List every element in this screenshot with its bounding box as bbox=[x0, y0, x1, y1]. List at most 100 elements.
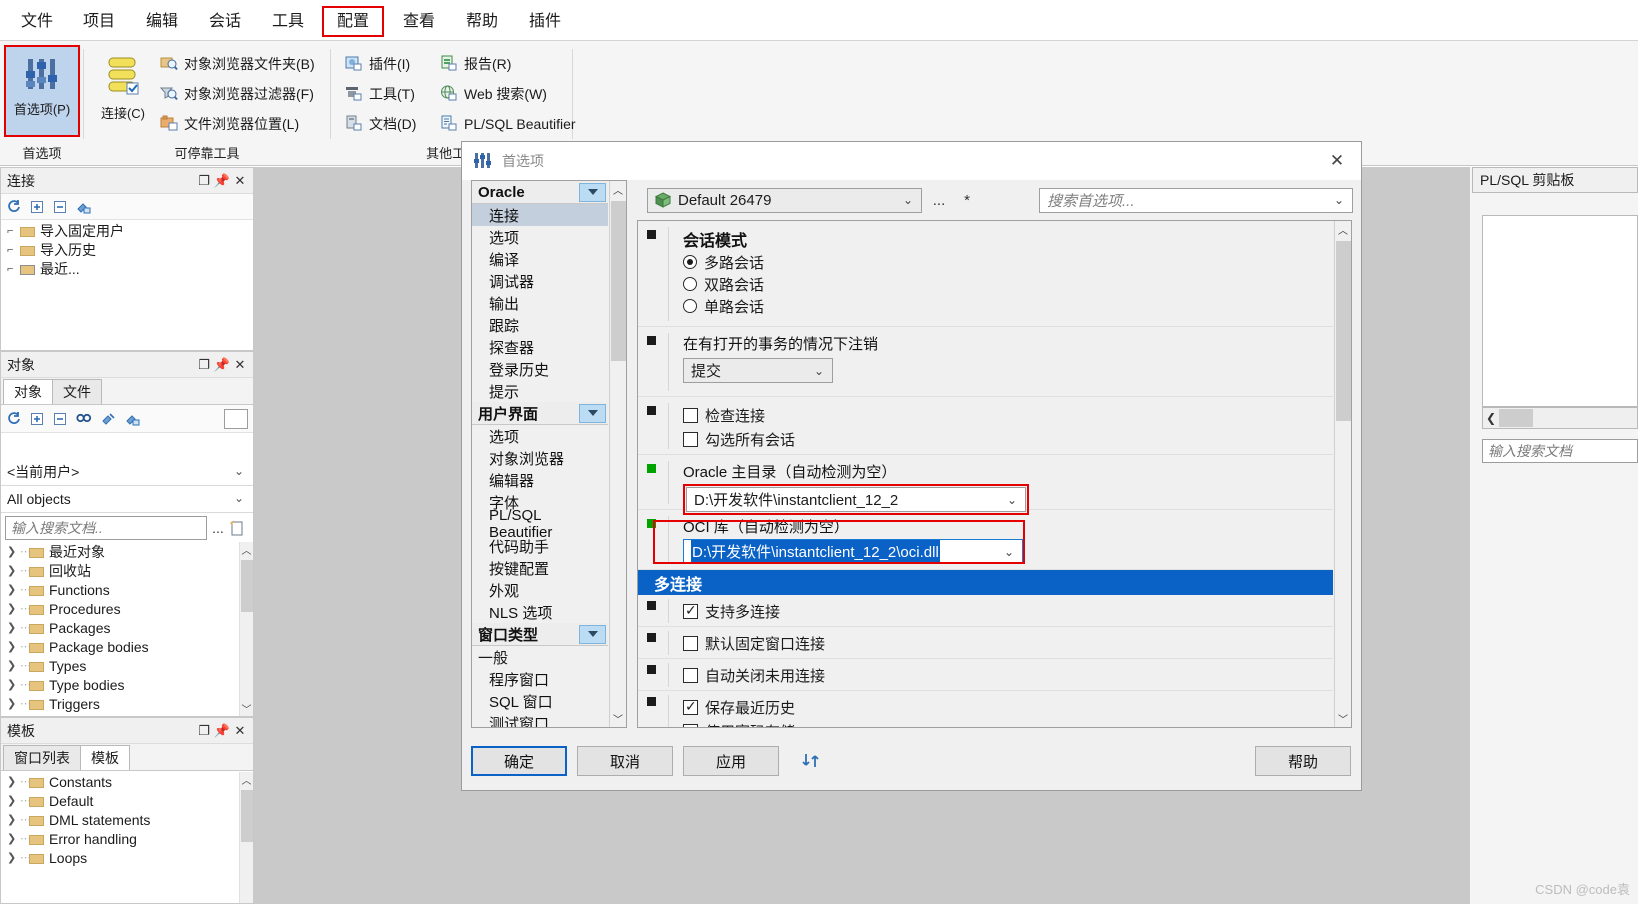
maximize-icon[interactable]: ❐ bbox=[195, 172, 213, 190]
dialog-titlebar[interactable]: 首选项 ✕ bbox=[462, 142, 1361, 180]
tab-templates[interactable]: 模板 bbox=[80, 745, 130, 770]
collapse-all-icon[interactable] bbox=[53, 200, 67, 214]
nav-item-debugger[interactable]: 调试器 bbox=[472, 270, 608, 292]
scroll-thumb[interactable] bbox=[1499, 409, 1533, 427]
ribbon-item-web-search[interactable]: Web 搜索(W) bbox=[440, 81, 547, 107]
scroll-thumb[interactable] bbox=[611, 201, 626, 361]
ribbon-item-documents[interactable]: 文档(D) bbox=[345, 111, 416, 137]
nav-item-plsql-beautifier[interactable]: PL/SQL Beautifier bbox=[472, 507, 608, 541]
find-icon[interactable] bbox=[76, 412, 92, 426]
ribbon-tab-file[interactable]: 文件 bbox=[8, 8, 66, 34]
close-icon[interactable]: ✕ bbox=[1319, 147, 1355, 175]
nav-item-editor[interactable]: 编辑器 bbox=[472, 469, 608, 491]
expand-all-icon[interactable] bbox=[30, 412, 44, 426]
tree-row[interactable]: ❯ ⋯ Error handling bbox=[1, 829, 253, 848]
radio-multi-session[interactable]: 多路会话 bbox=[683, 251, 1333, 273]
scroll-thumb[interactable] bbox=[241, 560, 253, 612]
tree-row[interactable]: ⌐ 导入历史 bbox=[1, 240, 253, 259]
tree-row[interactable]: ❯ ⋯ 最近对象 bbox=[1, 542, 253, 561]
templates-tree-scrollbar[interactable]: ︿ bbox=[239, 772, 253, 903]
chevron-down-icon[interactable] bbox=[579, 624, 606, 644]
ribbon-tab-tools[interactable]: 工具 bbox=[259, 8, 317, 34]
nav-item-options[interactable]: 选项 bbox=[472, 226, 608, 248]
nav-item-output[interactable]: 输出 bbox=[472, 292, 608, 314]
tree-row[interactable]: ❯ ⋯ DML statements bbox=[1, 810, 253, 829]
tree-row[interactable]: ❯ ⋯ Type bodies bbox=[1, 675, 253, 694]
profile-ellipsis-button[interactable]: ... bbox=[922, 192, 956, 209]
tree-row[interactable]: ❯⋯Java sources bbox=[1, 713, 253, 717]
scroll-down-icon[interactable]: ﹀ bbox=[610, 710, 626, 727]
tree-row[interactable]: ❯ ⋯ Constants bbox=[1, 772, 253, 791]
help-button[interactable]: 帮助 bbox=[1255, 746, 1351, 776]
scroll-down-icon[interactable]: ﹀ bbox=[240, 701, 253, 716]
nav-item-object-browser[interactable]: 对象浏览器 bbox=[472, 447, 608, 469]
clipboard-hscrollbar[interactable]: ❮ bbox=[1482, 407, 1638, 429]
oci-library-input[interactable]: D:\开发软件\instantclient_12_2\oci.dll ⌄ bbox=[683, 539, 1023, 564]
nav-item-nls-options[interactable]: NLS 选项 bbox=[472, 601, 608, 623]
nav-item-connection[interactable]: 连接 bbox=[472, 204, 608, 226]
new-document-icon[interactable] bbox=[229, 520, 249, 536]
refresh-icon[interactable] bbox=[6, 199, 21, 214]
checkbox-check-all-sessions[interactable]: 勾选所有会话 bbox=[683, 427, 1333, 451]
ribbon-item-tools[interactable]: 工具(T) bbox=[345, 81, 415, 107]
tree-row[interactable]: ❯ ⋯ Package bodies bbox=[1, 637, 253, 656]
ribbon-preferences-button[interactable]: 首选项(P) bbox=[4, 45, 80, 137]
scroll-thumb[interactable] bbox=[241, 790, 253, 842]
nav-item-profiler[interactable]: 探查器 bbox=[472, 336, 608, 358]
filter-icon[interactable] bbox=[101, 412, 116, 426]
chevron-down-icon[interactable] bbox=[579, 403, 606, 423]
checkbox-check-connection[interactable]: 检查连接 bbox=[683, 403, 1333, 427]
dialog-nav-scrollbar[interactable]: ︿ ﹀ bbox=[609, 181, 626, 727]
close-icon[interactable]: ✕ bbox=[231, 172, 249, 190]
tree-row[interactable]: ❯ ⋯ Default bbox=[1, 791, 253, 810]
nav-group-window-types[interactable]: 窗口类型 bbox=[472, 623, 608, 646]
tree-row[interactable]: ⌐ 最近... bbox=[1, 259, 253, 278]
radio-single-session[interactable]: 单路会话 bbox=[683, 295, 1333, 317]
nav-item-hints[interactable]: 提示 bbox=[472, 380, 608, 402]
nav-item-key-configuration[interactable]: 按键配置 bbox=[472, 557, 608, 579]
scroll-up-icon[interactable]: ︿ bbox=[240, 542, 253, 557]
tree-row[interactable]: ❯ ⋯ Triggers bbox=[1, 694, 253, 713]
scroll-up-icon[interactable]: ︿ bbox=[1335, 221, 1351, 238]
tree-row[interactable]: ⌐ 导入固定用户 bbox=[1, 221, 253, 240]
scroll-down-icon[interactable]: ﹀ bbox=[1335, 710, 1351, 727]
ribbon-tab-project[interactable]: 项目 bbox=[70, 8, 128, 34]
checkbox-default-fixed-window-connection[interactable]: 默认固定窗口连接 bbox=[683, 631, 1333, 655]
nav-item-login-history[interactable]: 登录历史 bbox=[472, 358, 608, 380]
nav-group-oracle[interactable]: Oracle bbox=[472, 181, 608, 204]
ribbon-item-reports[interactable]: 报告(R) bbox=[440, 51, 511, 77]
objects-filter-box[interactable] bbox=[224, 408, 248, 429]
chevron-down-icon[interactable] bbox=[579, 182, 606, 202]
close-icon[interactable]: ✕ bbox=[231, 722, 249, 740]
nav-item-sql-window[interactable]: SQL 窗口 bbox=[472, 690, 608, 712]
nav-group-user-interface[interactable]: 用户界面 bbox=[472, 402, 608, 425]
tab-window-list[interactable]: 窗口列表 bbox=[3, 745, 81, 770]
ribbon-item-file-browser-locations[interactable]: 文件浏览器位置(L) bbox=[160, 111, 299, 137]
ok-button[interactable]: 确定 bbox=[471, 746, 567, 776]
cancel-button[interactable]: 取消 bbox=[577, 746, 673, 776]
ribbon-tab-edit[interactable]: 编辑 bbox=[133, 8, 191, 34]
new-connection-icon[interactable] bbox=[76, 200, 91, 214]
profile-asterisk-button[interactable]: * bbox=[956, 192, 978, 209]
clipboard-search-input[interactable]: 输入搜索文档 bbox=[1482, 439, 1638, 463]
current-user-select[interactable]: <当前用户> ⌄ bbox=[1, 459, 253, 486]
nav-item-trace[interactable]: 跟踪 bbox=[472, 314, 608, 336]
scroll-left-icon[interactable]: ❮ bbox=[1483, 411, 1499, 425]
nav-item-ui-options[interactable]: 选项 bbox=[472, 425, 608, 447]
radio-dual-session[interactable]: 双路会话 bbox=[683, 273, 1333, 295]
object-type-select[interactable]: All objects ⌄ bbox=[1, 486, 253, 513]
preferences-search-input[interactable]: 搜索首选项... ⌄ bbox=[1039, 187, 1353, 213]
apply-button[interactable]: 应用 bbox=[683, 746, 779, 776]
connection-icon[interactable] bbox=[125, 412, 140, 426]
checkbox-support-multi-connection[interactable]: 支持多连接 bbox=[683, 599, 1333, 623]
nav-item-program-window[interactable]: 程序窗口 bbox=[472, 668, 608, 690]
nav-item-test-window[interactable]: 测试窗口 bbox=[472, 712, 608, 728]
clipboard-list[interactable] bbox=[1482, 215, 1638, 407]
pin-icon[interactable]: 📌 bbox=[213, 172, 231, 190]
scroll-up-icon[interactable]: ︿ bbox=[610, 181, 626, 198]
maximize-icon[interactable]: ❐ bbox=[195, 722, 213, 740]
profile-select[interactable]: Default 26479 ⌄ bbox=[647, 187, 922, 213]
expand-all-icon[interactable] bbox=[30, 200, 44, 214]
nav-item-general[interactable]: 一般 bbox=[472, 646, 608, 668]
nav-item-compile[interactable]: 编译 bbox=[472, 248, 608, 270]
